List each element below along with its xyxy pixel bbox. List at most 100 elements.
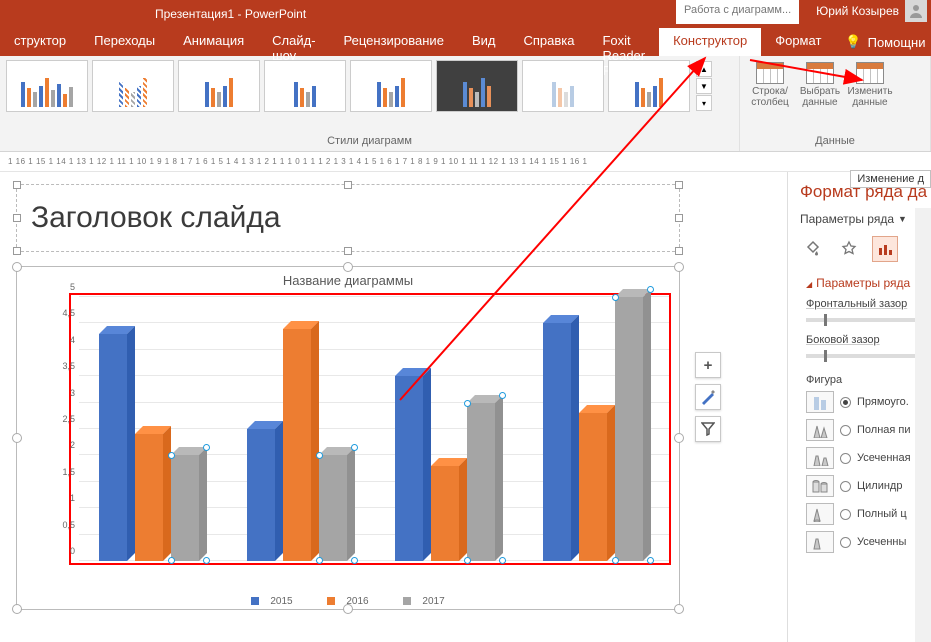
bar-cluster[interactable] [99, 297, 219, 561]
radio[interactable] [840, 425, 851, 436]
tab-constructor-partial[interactable]: структор [0, 28, 80, 56]
bar[interactable] [283, 329, 311, 561]
group-chart-styles: ▲ ▼ ▾ Стили диаграмм [0, 56, 740, 151]
bar[interactable] [395, 376, 423, 561]
pane-category-icons [788, 230, 931, 272]
switch-row-col-button[interactable]: Строка/ столбец [746, 60, 794, 110]
styles-scroll-down[interactable]: ▼ [696, 78, 712, 94]
radio[interactable] [840, 481, 851, 492]
tab-chart-design[interactable]: Конструктор [659, 28, 761, 56]
tab-animation[interactable]: Анимация [169, 28, 258, 56]
chart-style-7[interactable] [522, 60, 604, 112]
resize-handle[interactable] [675, 605, 683, 613]
bar[interactable] [543, 323, 571, 561]
resize-handle[interactable] [13, 434, 21, 442]
resize-handle[interactable] [675, 263, 683, 271]
bar[interactable] [615, 297, 643, 561]
shape-box-icon [806, 391, 834, 413]
radio[interactable] [840, 453, 851, 464]
chart-elements-button[interactable]: + [695, 352, 721, 378]
effects-tab-icon[interactable] [836, 236, 862, 262]
pane-scrollbar[interactable] [915, 208, 931, 642]
shape-pyramid-icon [806, 419, 834, 441]
resize-handle[interactable] [13, 605, 21, 613]
styles-more[interactable]: ▾ [696, 95, 712, 111]
series-options-tab-icon[interactable] [872, 236, 898, 262]
radio[interactable] [840, 537, 851, 548]
styles-scroll-up[interactable]: ▲ [696, 61, 712, 77]
shape-option-partial-cone[interactable]: Усеченны [788, 528, 931, 556]
resize-handle[interactable] [344, 181, 352, 189]
bar-cluster[interactable] [395, 297, 515, 561]
label-front-gap: Фронтальный зазор [788, 296, 931, 312]
bar[interactable] [135, 434, 163, 561]
chart-style-4[interactable] [264, 60, 346, 112]
bar[interactable] [99, 334, 127, 561]
chart-style-8[interactable] [608, 60, 690, 112]
edit-data-button[interactable]: Изменить данные [846, 60, 894, 110]
fill-tab-icon[interactable] [800, 236, 826, 262]
tell-me[interactable]: 💡 Помощни [835, 28, 931, 56]
shape-option-box[interactable]: Прямоуго. [788, 388, 931, 416]
edit-data-icon [856, 62, 884, 84]
tab-transitions[interactable]: Переходы [80, 28, 169, 56]
chart-object[interactable]: Название диаграммы 0 0,5 1 1,5 2 2,5 3 3… [16, 266, 680, 610]
bar-cluster[interactable] [543, 297, 663, 561]
chart-style-2[interactable] [92, 60, 174, 112]
radio[interactable] [840, 509, 851, 520]
context-tab-chart-tools[interactable]: Работа с диаграмм... [676, 0, 799, 24]
tab-help[interactable]: Справка [509, 28, 588, 56]
select-data-button[interactable]: Выбрать данные [796, 60, 844, 110]
slide-title-placeholder[interactable]: Заголовок слайда [16, 184, 680, 252]
tab-foxit[interactable]: Foxit Reader PDF [588, 28, 659, 56]
chart-style-6[interactable] [436, 60, 518, 112]
tab-view[interactable]: Вид [458, 28, 510, 56]
chart-filters-button[interactable] [695, 416, 721, 442]
chart-style-3[interactable] [178, 60, 260, 112]
bar[interactable] [247, 429, 275, 561]
resize-handle[interactable] [344, 247, 352, 255]
slide-title-text: Заголовок слайда [31, 201, 281, 235]
slide[interactable]: Заголовок слайда Название диаграммы 0 0,… [8, 182, 688, 642]
ribbon-tabs: структор Переходы Анимация Слайд-шоу Рец… [0, 28, 931, 56]
slider-side-gap[interactable] [806, 354, 919, 358]
tab-chart-format[interactable]: Формат [761, 28, 835, 56]
shape-option-partial-pyramid[interactable]: Усеченная [788, 444, 931, 472]
resize-handle[interactable] [675, 247, 683, 255]
resize-handle[interactable] [13, 263, 21, 271]
group-label-styles: Стили диаграмм [6, 135, 733, 149]
horizontal-ruler[interactable]: 1 16 1 15 1 14 1 13 1 12 1 11 1 10 1 9 1… [0, 152, 931, 172]
resize-handle[interactable] [675, 181, 683, 189]
bar[interactable] [467, 403, 495, 561]
shape-truncpyr-icon [806, 447, 834, 469]
chart-styles-button[interactable] [695, 384, 721, 410]
tab-review[interactable]: Рецензирование [330, 28, 458, 56]
resize-handle[interactable] [675, 214, 683, 222]
shape-option-full-pyramid[interactable]: Полная пи [788, 416, 931, 444]
bar[interactable] [579, 413, 607, 561]
resize-handle[interactable] [344, 605, 352, 613]
group-data: Строка/ столбец Выбрать данные Изменить … [740, 56, 931, 151]
edit-data-label: Изменить данные [847, 86, 892, 108]
radio[interactable] [840, 397, 851, 408]
bar[interactable] [319, 455, 347, 561]
shape-option-cylinder[interactable]: Цилиндр [788, 472, 931, 500]
plot-area[interactable] [79, 297, 669, 561]
section-series-options[interactable]: Параметры ряда [788, 272, 931, 296]
user-account[interactable]: Юрий Козырев [816, 0, 931, 22]
resize-handle[interactable] [13, 181, 21, 189]
bar-cluster[interactable] [247, 297, 367, 561]
chart-style-5[interactable] [350, 60, 432, 112]
resize-handle[interactable] [13, 247, 21, 255]
pane-subtitle-dropdown[interactable]: Параметры ряда ▼ [788, 208, 931, 230]
chart-style-1[interactable] [6, 60, 88, 112]
label-side-gap: Боковой зазор [788, 332, 931, 348]
tab-slideshow[interactable]: Слайд-шоу [258, 28, 329, 56]
resize-handle[interactable] [675, 434, 683, 442]
resize-handle[interactable] [344, 263, 352, 271]
slider-front-gap[interactable] [806, 318, 919, 322]
shape-option-full-cone[interactable]: Полный ц [788, 500, 931, 528]
resize-handle[interactable] [13, 214, 21, 222]
bar[interactable] [171, 455, 199, 561]
bar[interactable] [431, 466, 459, 561]
